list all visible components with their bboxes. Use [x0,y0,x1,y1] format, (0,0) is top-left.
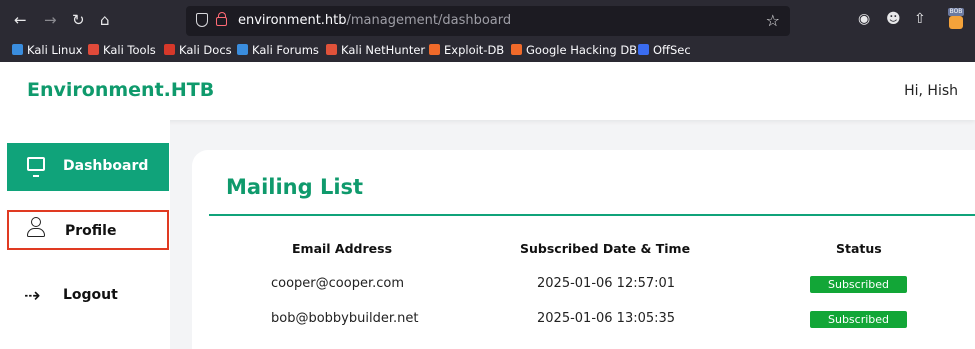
sidebar-item-label: Dashboard [63,158,149,174]
monitor-icon [27,157,45,177]
sidebar-item-profile[interactable]: Profile [7,210,169,250]
kali-forums-icon [237,44,248,55]
site-header: Environment.HTB Hi, Hish [0,62,975,120]
sidebar-item-label: Profile [65,223,117,239]
table-cell-date: 2025-01-06 12:57:01 [537,276,676,291]
home-icon[interactable]: ⌂ [100,11,110,29]
user-icon [27,217,45,239]
user-greeting: Hi, Hish [904,83,958,99]
offsec-icon [638,44,649,55]
back-icon[interactable]: ← [14,11,27,29]
column-header-status: Status [836,241,882,256]
nethunter-icon [326,44,337,55]
title-divider [209,214,975,216]
forward-icon[interactable]: → [44,11,57,29]
bookmark-exploit-db[interactable]: Exploit-DB [429,43,504,57]
mailing-list-card: Mailing List Email Address Subscribed Da… [192,150,975,349]
tracking-shield-icon[interactable] [196,13,208,27]
address-bar[interactable]: environment.htb/management/dashboard ☆ [186,6,790,36]
extensions-icon[interactable]: ⇧ [914,11,926,27]
status-badge: Subscribed [810,276,907,293]
sidebar: Dashboard Profile ⇢ Logout [0,120,170,349]
bookmark-kali-linux[interactable]: Kali Linux [12,43,82,57]
url-host: environment.htb [238,13,347,28]
kali-docs-icon [164,44,175,55]
account-icon[interactable]: ☻ [886,11,901,27]
bookmark-google-hacking-db[interactable]: Google Hacking DB [511,43,637,57]
extension-badge-label: BOB [948,8,964,16]
url-path: /management/dashboard [346,13,512,28]
kali-tools-icon [88,44,99,55]
table-cell-email: bob@bobbybuilder.net [271,311,419,326]
page-title: Mailing List [226,175,364,199]
column-header-email: Email Address [292,241,393,256]
bookmark-kali-nethunter[interactable]: Kali NetHunter [326,43,425,57]
bookmark-kali-forums[interactable]: Kali Forums [237,43,319,57]
extension-badge-icon[interactable]: BOB [946,8,966,30]
table-cell-date: 2025-01-06 13:05:35 [537,311,676,326]
brand-logo-text[interactable]: Environment.HTB [27,79,214,101]
browser-toolbar: ← → ↻ ⌂ environment.htb/management/dashb… [0,0,975,40]
bookmark-offsec[interactable]: OffSec [638,43,691,57]
bookmarks-bar: Kali Linux Kali Tools Kali Docs Kali For… [0,40,975,62]
column-header-date: Subscribed Date & Time [520,241,691,256]
kali-dragon-icon [12,44,23,55]
pocket-icon[interactable]: ◉ [858,11,870,27]
url-text[interactable]: environment.htb/management/dashboard [238,13,511,28]
bookmark-star-icon[interactable]: ☆ [766,11,780,30]
status-badge: Subscribed [810,311,907,328]
sidebar-item-label: Logout [63,287,118,303]
exploit-db-icon [429,44,440,55]
sidebar-item-logout[interactable]: ⇢ Logout [7,272,169,320]
sidebar-item-dashboard[interactable]: Dashboard [7,143,169,191]
ghdb-icon [511,44,522,55]
insecure-lock-icon[interactable] [216,12,227,26]
bookmark-kali-docs[interactable]: Kali Docs [164,43,232,57]
bookmark-kali-tools[interactable]: Kali Tools [88,43,156,57]
logout-icon: ⇢ [24,283,41,307]
table-cell-email: cooper@cooper.com [271,276,405,291]
reload-icon[interactable]: ↻ [72,11,85,29]
